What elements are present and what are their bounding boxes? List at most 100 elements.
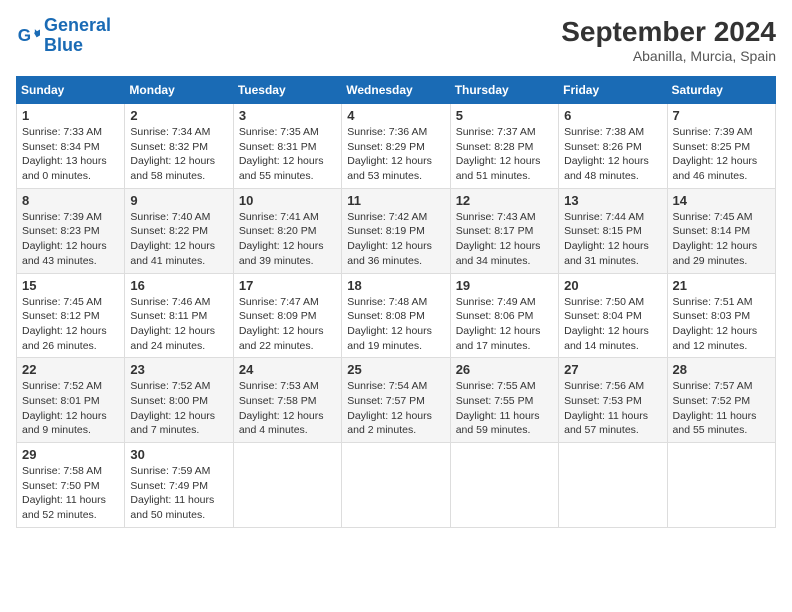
day-number: 22	[22, 362, 119, 377]
calendar-cell: 11 Sunrise: 7:42 AMSunset: 8:19 PMDaylig…	[342, 188, 450, 273]
calendar-cell	[342, 443, 450, 528]
calendar-cell	[559, 443, 667, 528]
calendar-cell: 18 Sunrise: 7:48 AMSunset: 8:08 PMDaylig…	[342, 273, 450, 358]
day-number: 30	[130, 447, 227, 462]
col-friday: Friday	[559, 77, 667, 104]
logo-text-blue: Blue	[44, 35, 83, 55]
day-number: 18	[347, 278, 444, 293]
calendar-cell: 19 Sunrise: 7:49 AMSunset: 8:06 PMDaylig…	[450, 273, 558, 358]
day-number: 15	[22, 278, 119, 293]
day-number: 26	[456, 362, 553, 377]
day-number: 2	[130, 108, 227, 123]
calendar-cell: 21 Sunrise: 7:51 AMSunset: 8:03 PMDaylig…	[667, 273, 775, 358]
calendar-cell: 29 Sunrise: 7:58 AMSunset: 7:50 PMDaylig…	[17, 443, 125, 528]
day-number: 20	[564, 278, 661, 293]
cell-info: Sunrise: 7:54 AMSunset: 7:57 PMDaylight:…	[347, 380, 432, 436]
day-number: 23	[130, 362, 227, 377]
calendar-cell: 15 Sunrise: 7:45 AMSunset: 8:12 PMDaylig…	[17, 273, 125, 358]
cell-info: Sunrise: 7:44 AMSunset: 8:15 PMDaylight:…	[564, 211, 649, 267]
day-number: 1	[22, 108, 119, 123]
cell-info: Sunrise: 7:42 AMSunset: 8:19 PMDaylight:…	[347, 211, 432, 267]
calendar-cell: 10 Sunrise: 7:41 AMSunset: 8:20 PMDaylig…	[233, 188, 341, 273]
calendar-cell: 25 Sunrise: 7:54 AMSunset: 7:57 PMDaylig…	[342, 358, 450, 443]
cell-info: Sunrise: 7:53 AMSunset: 7:58 PMDaylight:…	[239, 380, 324, 436]
col-monday: Monday	[125, 77, 233, 104]
cell-info: Sunrise: 7:47 AMSunset: 8:09 PMDaylight:…	[239, 296, 324, 352]
calendar-cell: 16 Sunrise: 7:46 AMSunset: 8:11 PMDaylig…	[125, 273, 233, 358]
calendar-cell: 1 Sunrise: 7:33 AMSunset: 8:34 PMDayligh…	[17, 104, 125, 189]
col-saturday: Saturday	[667, 77, 775, 104]
day-number: 3	[239, 108, 336, 123]
cell-info: Sunrise: 7:49 AMSunset: 8:06 PMDaylight:…	[456, 296, 541, 352]
day-number: 10	[239, 193, 336, 208]
day-number: 12	[456, 193, 553, 208]
cell-info: Sunrise: 7:57 AMSunset: 7:52 PMDaylight:…	[673, 380, 757, 436]
calendar-cell: 22 Sunrise: 7:52 AMSunset: 8:01 PMDaylig…	[17, 358, 125, 443]
day-number: 21	[673, 278, 770, 293]
day-number: 8	[22, 193, 119, 208]
cell-info: Sunrise: 7:33 AMSunset: 8:34 PMDaylight:…	[22, 126, 107, 182]
day-number: 19	[456, 278, 553, 293]
cell-info: Sunrise: 7:45 AMSunset: 8:12 PMDaylight:…	[22, 296, 107, 352]
calendar-cell: 27 Sunrise: 7:56 AMSunset: 7:53 PMDaylig…	[559, 358, 667, 443]
calendar-cell: 4 Sunrise: 7:36 AMSunset: 8:29 PMDayligh…	[342, 104, 450, 189]
calendar-cell: 12 Sunrise: 7:43 AMSunset: 8:17 PMDaylig…	[450, 188, 558, 273]
cell-info: Sunrise: 7:35 AMSunset: 8:31 PMDaylight:…	[239, 126, 324, 182]
calendar-cell: 30 Sunrise: 7:59 AMSunset: 7:49 PMDaylig…	[125, 443, 233, 528]
cell-info: Sunrise: 7:39 AMSunset: 8:23 PMDaylight:…	[22, 211, 107, 267]
calendar-cell: 7 Sunrise: 7:39 AMSunset: 8:25 PMDayligh…	[667, 104, 775, 189]
calendar-cell: 6 Sunrise: 7:38 AMSunset: 8:26 PMDayligh…	[559, 104, 667, 189]
cell-info: Sunrise: 7:41 AMSunset: 8:20 PMDaylight:…	[239, 211, 324, 267]
day-number: 7	[673, 108, 770, 123]
calendar-cell: 23 Sunrise: 7:52 AMSunset: 8:00 PMDaylig…	[125, 358, 233, 443]
calendar-cell	[233, 443, 341, 528]
location-subtitle: Abanilla, Murcia, Spain	[561, 48, 776, 64]
cell-info: Sunrise: 7:48 AMSunset: 8:08 PMDaylight:…	[347, 296, 432, 352]
day-number: 24	[239, 362, 336, 377]
cell-info: Sunrise: 7:45 AMSunset: 8:14 PMDaylight:…	[673, 211, 758, 267]
title-block: September 2024 Abanilla, Murcia, Spain	[561, 16, 776, 64]
logo: G General Blue	[16, 16, 111, 56]
header-row: Sunday Monday Tuesday Wednesday Thursday…	[17, 77, 776, 104]
day-number: 25	[347, 362, 444, 377]
logo-text-general: General	[44, 15, 111, 35]
col-wednesday: Wednesday	[342, 77, 450, 104]
calendar-table: Sunday Monday Tuesday Wednesday Thursday…	[16, 76, 776, 528]
calendar-cell: 20 Sunrise: 7:50 AMSunset: 8:04 PMDaylig…	[559, 273, 667, 358]
calendar-cell: 26 Sunrise: 7:55 AMSunset: 7:55 PMDaylig…	[450, 358, 558, 443]
calendar-cell	[667, 443, 775, 528]
calendar-cell: 28 Sunrise: 7:57 AMSunset: 7:52 PMDaylig…	[667, 358, 775, 443]
calendar-cell: 9 Sunrise: 7:40 AMSunset: 8:22 PMDayligh…	[125, 188, 233, 273]
cell-info: Sunrise: 7:58 AMSunset: 7:50 PMDaylight:…	[22, 465, 106, 521]
day-number: 17	[239, 278, 336, 293]
day-number: 14	[673, 193, 770, 208]
cell-info: Sunrise: 7:38 AMSunset: 8:26 PMDaylight:…	[564, 126, 649, 182]
day-number: 28	[673, 362, 770, 377]
cell-info: Sunrise: 7:55 AMSunset: 7:55 PMDaylight:…	[456, 380, 540, 436]
cell-info: Sunrise: 7:39 AMSunset: 8:25 PMDaylight:…	[673, 126, 758, 182]
day-number: 9	[130, 193, 227, 208]
calendar-cell: 13 Sunrise: 7:44 AMSunset: 8:15 PMDaylig…	[559, 188, 667, 273]
week-row-2: 15 Sunrise: 7:45 AMSunset: 8:12 PMDaylig…	[17, 273, 776, 358]
calendar-cell: 24 Sunrise: 7:53 AMSunset: 7:58 PMDaylig…	[233, 358, 341, 443]
col-tuesday: Tuesday	[233, 77, 341, 104]
day-number: 27	[564, 362, 661, 377]
cell-info: Sunrise: 7:36 AMSunset: 8:29 PMDaylight:…	[347, 126, 432, 182]
cell-info: Sunrise: 7:52 AMSunset: 8:00 PMDaylight:…	[130, 380, 215, 436]
week-row-4: 29 Sunrise: 7:58 AMSunset: 7:50 PMDaylig…	[17, 443, 776, 528]
cell-info: Sunrise: 7:37 AMSunset: 8:28 PMDaylight:…	[456, 126, 541, 182]
calendar-cell: 8 Sunrise: 7:39 AMSunset: 8:23 PMDayligh…	[17, 188, 125, 273]
week-row-0: 1 Sunrise: 7:33 AMSunset: 8:34 PMDayligh…	[17, 104, 776, 189]
day-number: 16	[130, 278, 227, 293]
cell-info: Sunrise: 7:56 AMSunset: 7:53 PMDaylight:…	[564, 380, 648, 436]
calendar-cell: 2 Sunrise: 7:34 AMSunset: 8:32 PMDayligh…	[125, 104, 233, 189]
cell-info: Sunrise: 7:59 AMSunset: 7:49 PMDaylight:…	[130, 465, 214, 521]
calendar-cell: 3 Sunrise: 7:35 AMSunset: 8:31 PMDayligh…	[233, 104, 341, 189]
cell-info: Sunrise: 7:51 AMSunset: 8:03 PMDaylight:…	[673, 296, 758, 352]
calendar-cell: 14 Sunrise: 7:45 AMSunset: 8:14 PMDaylig…	[667, 188, 775, 273]
cell-info: Sunrise: 7:46 AMSunset: 8:11 PMDaylight:…	[130, 296, 215, 352]
day-number: 4	[347, 108, 444, 123]
day-number: 29	[22, 447, 119, 462]
day-number: 6	[564, 108, 661, 123]
day-number: 13	[564, 193, 661, 208]
